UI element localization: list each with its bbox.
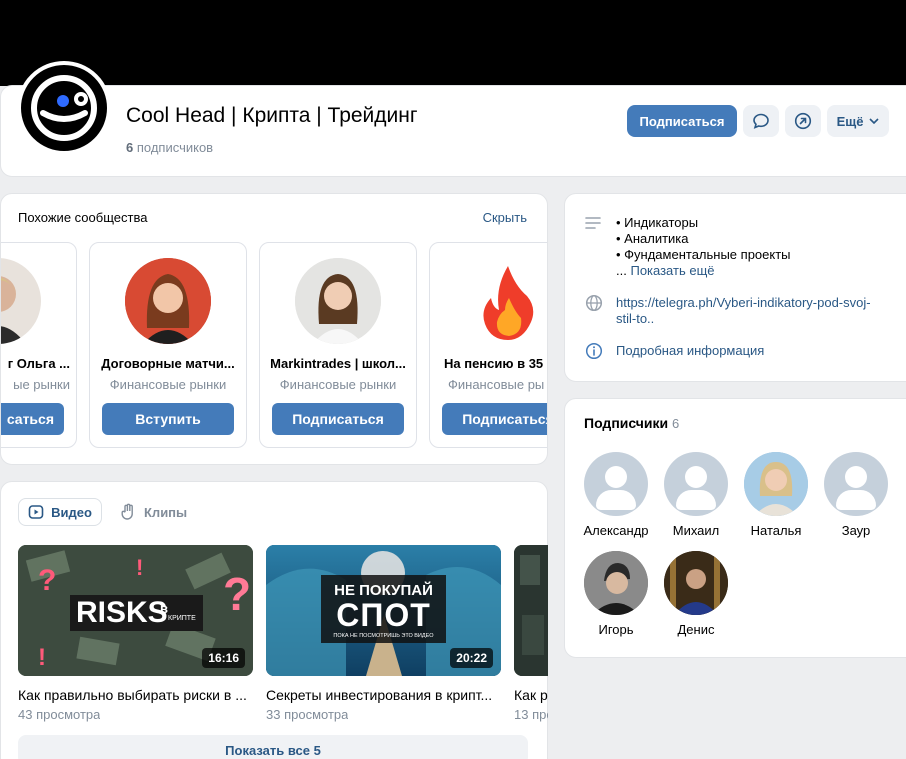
subscribe-button[interactable]: Подписаться: [627, 105, 737, 137]
community-category: ые рынки: [13, 377, 70, 392]
similar-title: Похожие сообщества: [18, 210, 148, 225]
avatar: [664, 452, 728, 516]
chat-bubble-icon: [753, 113, 769, 129]
follower-item[interactable]: Заур: [816, 452, 896, 538]
video-title[interactable]: Секреты инвестирования в крипт...: [266, 687, 506, 703]
thumbnail-caption: КРИПТЕ: [168, 615, 196, 622]
community-card[interactable]: На пенсию в 35 ... Финансовые ры Подписа…: [429, 242, 548, 448]
telegra-link[interactable]: https://telegra.ph/Vyberi-indikatory-pod…: [616, 295, 871, 310]
subscribers-count[interactable]: 6 подписчиков: [126, 140, 213, 155]
flame-icon: [483, 266, 534, 340]
info-icon: [585, 342, 603, 360]
community-card[interactable]: Markintrades | школ... Финансовые рынки …: [259, 242, 417, 448]
more-button[interactable]: Ещё: [827, 105, 889, 137]
logo-face-icon: [31, 75, 97, 141]
person-photo-icon: [744, 452, 808, 516]
description-line: • Фундаментальные проекты: [616, 247, 791, 262]
page-title: Cool Head | Крипта | Трейдинг: [126, 104, 418, 127]
video-title[interactable]: Как правильно выбирать риски в ...: [18, 687, 258, 703]
followers-title[interactable]: Подписчики 6: [584, 415, 679, 431]
follower-item[interactable]: Игорь: [576, 551, 656, 637]
community-name: г Ольга ...: [7, 356, 70, 371]
follower-item[interactable]: Наталья: [736, 452, 816, 538]
video-title[interactable]: Как р: [514, 687, 548, 703]
community-name: Markintrades | школ...: [270, 356, 406, 371]
person-photo-icon: [664, 551, 728, 615]
show-more-description[interactable]: ... Показать ещё: [616, 263, 715, 278]
community-category: Финансовые рынки: [279, 377, 397, 392]
avatar: [584, 551, 648, 615]
globe-icon: [585, 294, 603, 312]
community-card[interactable]: г Ольга ... ые рынки саться: [1, 242, 77, 448]
svg-text:!: !: [38, 644, 46, 671]
follower-name: Александр: [583, 523, 649, 538]
follower-item[interactable]: Михаил: [656, 452, 736, 538]
video-preview-image: [514, 545, 548, 676]
community-join-button[interactable]: Подписаться: [442, 403, 547, 435]
video-thumbnail[interactable]: [514, 545, 548, 676]
thumbnail-subtitle: в: [160, 601, 168, 616]
video-play-icon: [28, 505, 44, 519]
follower-name: Михаил: [672, 523, 720, 538]
person-photo-icon: [125, 258, 211, 344]
svg-text:!: !: [136, 555, 143, 580]
video-views: 33 просмотра: [266, 707, 349, 722]
community-avatar: [295, 258, 381, 344]
video-views: 43 просмотра: [18, 707, 101, 722]
community-name: Договорные матчи...: [101, 356, 235, 371]
svg-text:?: ?: [223, 568, 251, 620]
community-avatar: [125, 258, 211, 344]
community-join-button[interactable]: саться: [1, 403, 64, 435]
cover-banner: [0, 0, 906, 86]
tab-clips[interactable]: Клипы: [120, 498, 187, 526]
telegra-link-cont[interactable]: stil-to..: [616, 311, 654, 326]
video-views: 13 про: [514, 707, 548, 722]
community-avatar: [465, 258, 547, 344]
thumbnail-subtitle: СПОТ: [336, 597, 431, 633]
video-duration: 16:16: [202, 648, 245, 668]
svg-text:?: ?: [38, 564, 56, 597]
person-photo-icon: [584, 551, 648, 615]
community-category: Финансовые рынки: [109, 377, 227, 392]
tab-video[interactable]: Видео: [18, 498, 102, 526]
community-avatar: [1, 258, 41, 344]
follower-name: Денис: [677, 622, 715, 637]
show-all-videos-button[interactable]: Показать все 5: [18, 735, 528, 759]
thumbnail-title: RISKS: [76, 596, 168, 629]
person-photo-icon: [1, 276, 26, 344]
group-avatar[interactable]: [17, 61, 111, 155]
share-arrow-icon: [794, 112, 812, 130]
avatar: [664, 551, 728, 615]
community-join-button[interactable]: Подписаться: [272, 403, 404, 435]
detailed-info-link[interactable]: Подробная информация: [616, 343, 764, 358]
follower-name: Заур: [841, 523, 871, 538]
chevron-down-icon: [869, 118, 880, 124]
follower-item[interactable]: Денис: [656, 551, 736, 637]
community-join-button[interactable]: Вступить: [102, 403, 234, 435]
video-thumbnail[interactable]: ? ? ! ! RISKS в КРИПТЕ 16:16: [18, 545, 253, 676]
similar-communities-card: Похожие сообщества Скрыть г Ольга ... ые…: [0, 193, 548, 465]
community-name: На пенсию в 35 ...: [444, 356, 548, 371]
description-line: • Индикаторы: [616, 215, 699, 230]
thumbnail-caption: ПОКА НЕ ПОСМОТРИШЬ ЭТО ВИДЕО: [333, 633, 434, 639]
clips-hand-icon: [121, 503, 133, 520]
follower-name: Игорь: [598, 622, 634, 637]
person-photo-icon: [295, 258, 381, 344]
avatar: [584, 452, 648, 516]
description-lines-icon: [585, 217, 601, 229]
message-button[interactable]: [743, 105, 779, 137]
video-thumbnail[interactable]: НЕ ПОКУПАЙ СПОТ ПОКА НЕ ПОСМОТРИШЬ ЭТО В…: [266, 545, 501, 676]
avatar: [744, 452, 808, 516]
community-category: Финансовые ры: [448, 377, 545, 392]
follower-item[interactable]: Александр: [576, 452, 656, 538]
avatar: [824, 452, 888, 516]
description-line: • Аналитика: [616, 231, 689, 246]
video-duration: 20:22: [450, 648, 493, 668]
follower-name: Наталья: [750, 523, 802, 538]
share-button[interactable]: [785, 105, 821, 137]
community-card[interactable]: Договорные матчи... Финансовые рынки Вст…: [89, 242, 247, 448]
hide-similar-link[interactable]: Скрыть: [483, 210, 527, 225]
